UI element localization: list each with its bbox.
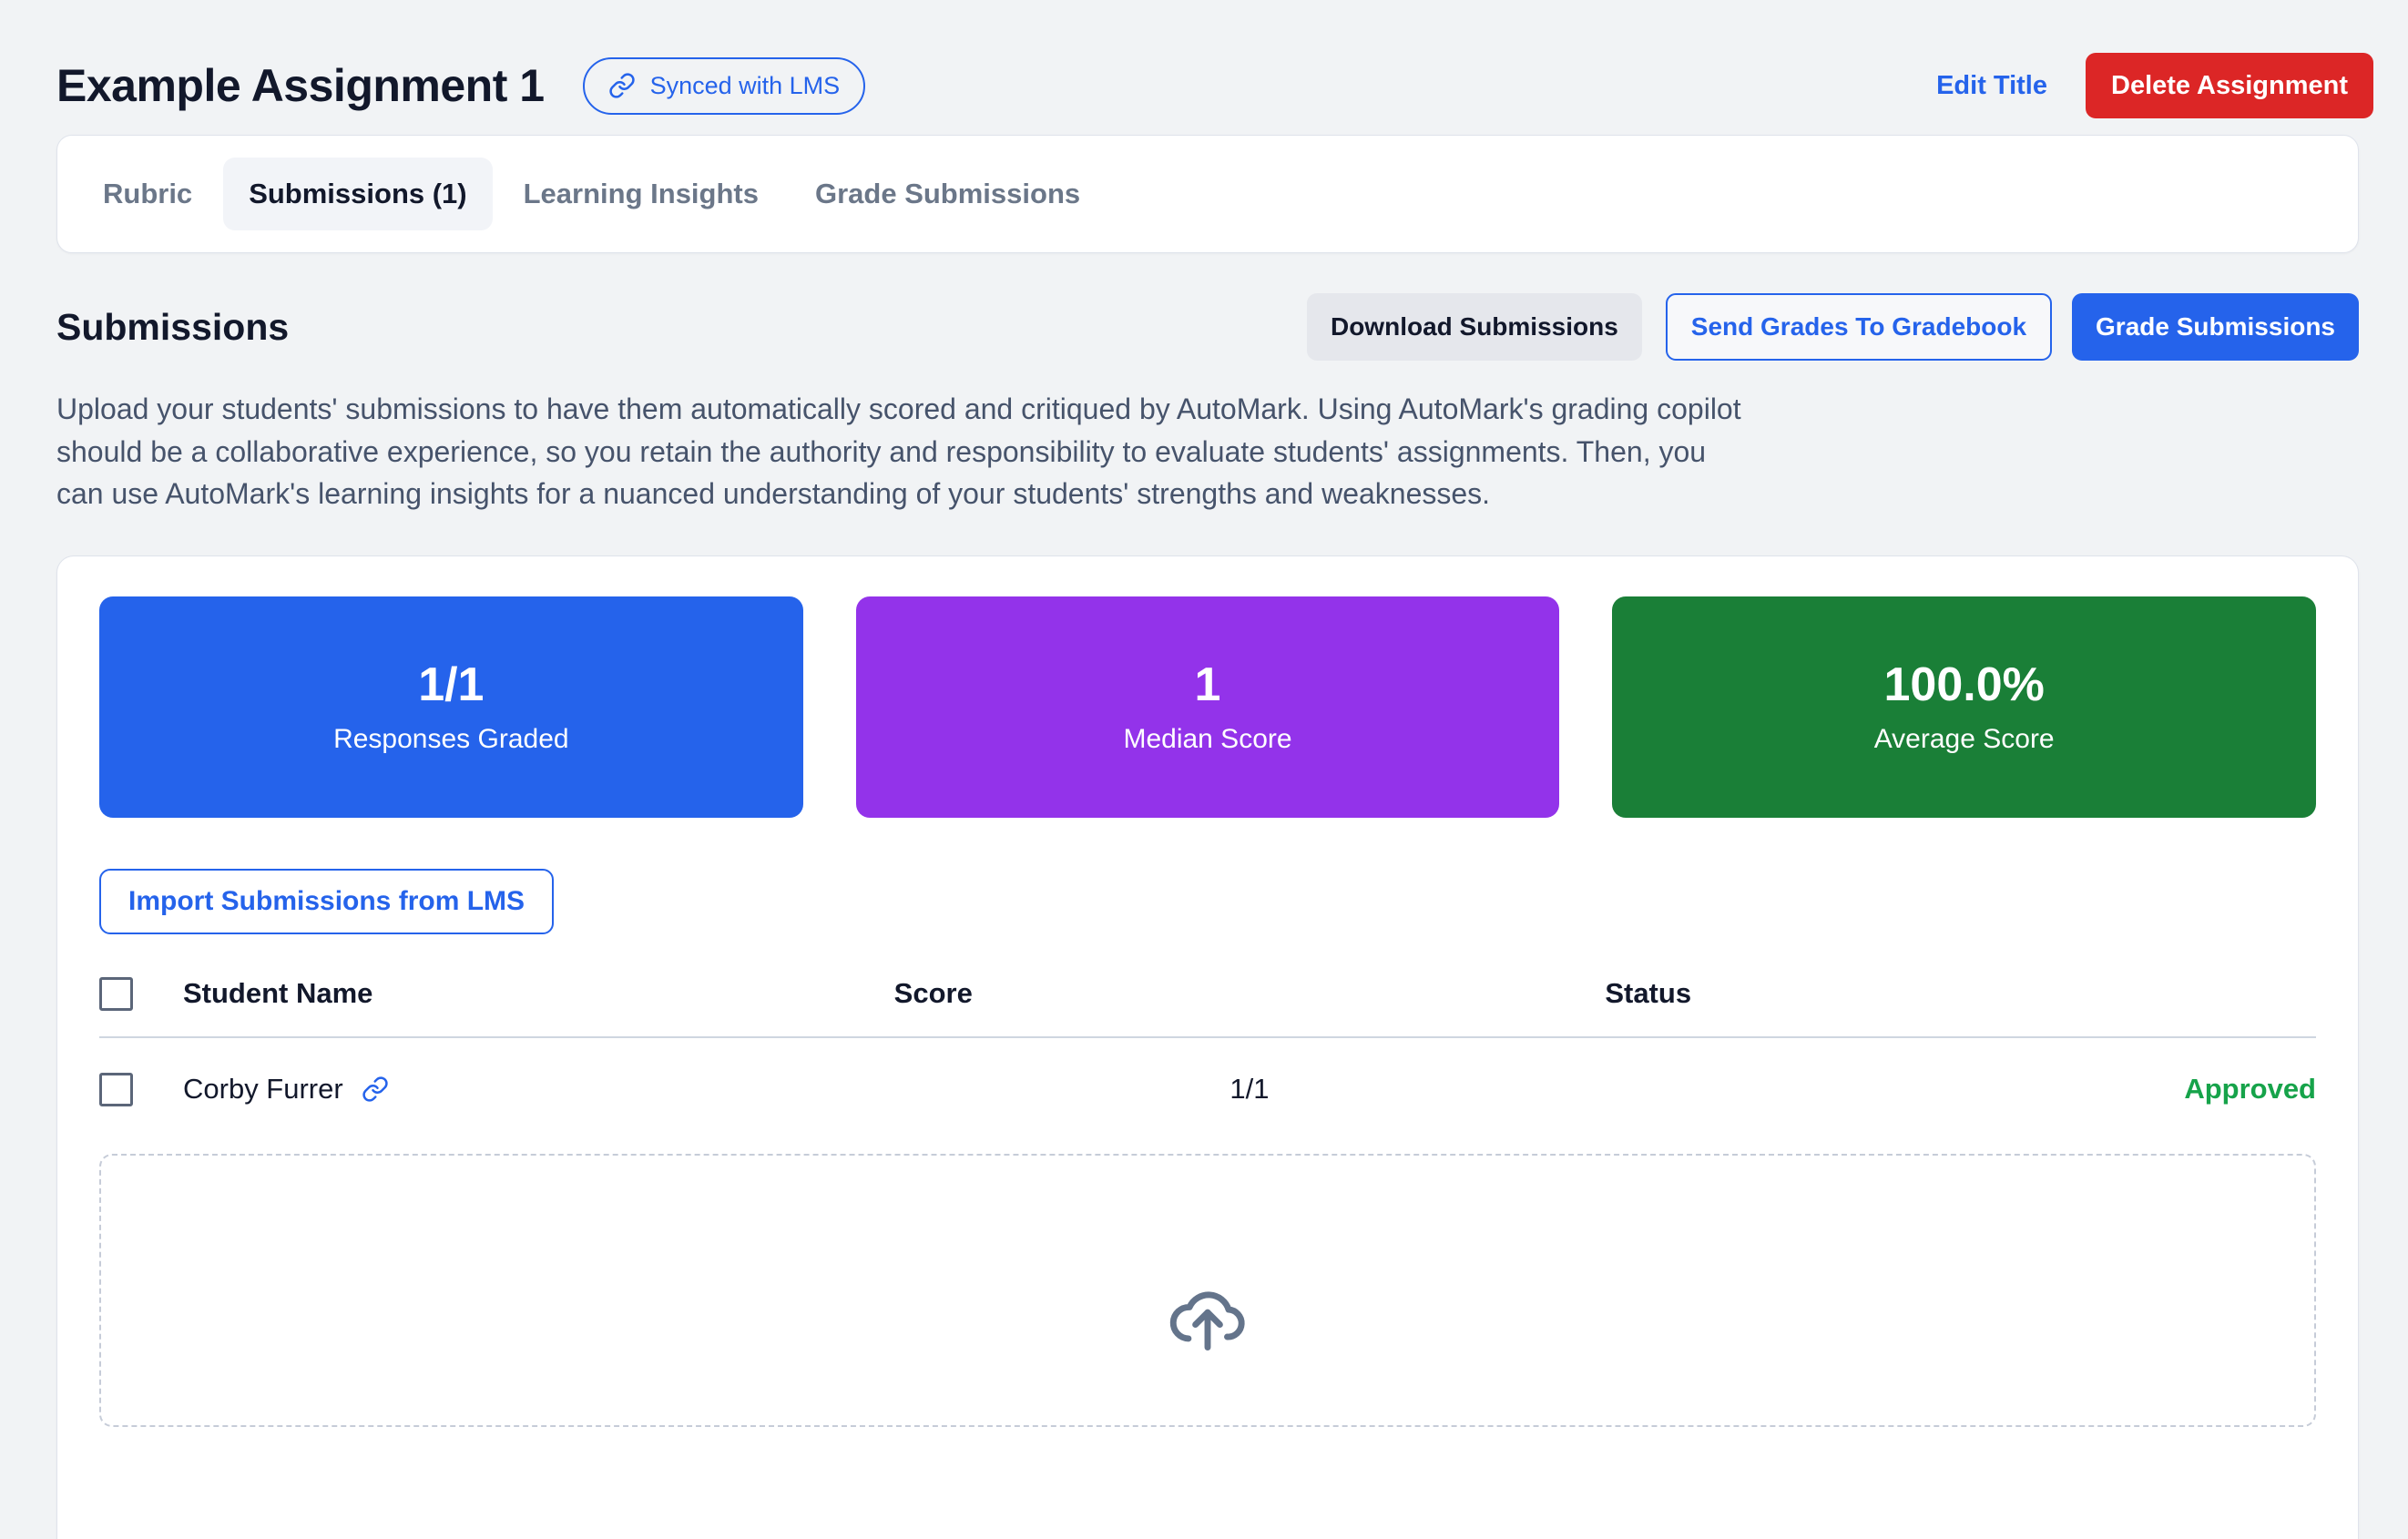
stat-card-average-score: 100.0% Average Score [1612,596,2316,818]
row-select-cell [99,1037,183,1106]
tabbar-wrapper: Rubric Submissions (1) Learning Insights… [0,135,2408,253]
stat-value: 1/1 [418,659,484,711]
stat-label: Median Score [1123,724,1291,755]
tab-learning-insights[interactable]: Learning Insights [498,158,784,230]
tab-submissions[interactable]: Submissions (1) [223,158,492,230]
select-all-header [99,976,183,1037]
row-checkbox[interactable] [99,1073,133,1106]
submissions-table: Student Name Score Status Corby Furrer [99,976,2316,1106]
submissions-description: Upload your students' submissions to hav… [0,361,1803,515]
stat-card-median-score: 1 Median Score [856,596,1560,818]
submissions-heading: Submissions [56,306,289,349]
synced-badge-label: Synced with LMS [650,72,841,100]
link-icon [608,72,636,99]
edit-title-link[interactable]: Edit Title [1936,71,2047,101]
stat-value: 1 [1195,659,1221,711]
tabbar: Rubric Submissions (1) Learning Insights… [56,135,2359,253]
status-label: Approved [2184,1073,2316,1105]
delete-assignment-button[interactable]: Delete Assignment [2086,53,2373,118]
student-name-cell: Corby Furrer [183,1037,894,1106]
submissions-card: 1/1 Responses Graded 1 Median Score 100.… [56,555,2359,1539]
column-header-student-name[interactable]: Student Name [183,976,894,1037]
page-header: Example Assignment 1 Synced with LMS Edi… [0,0,2408,135]
send-grades-to-gradebook-button[interactable]: Send Grades To Gradebook [1666,293,2052,361]
stat-label: Average Score [1874,724,2055,755]
student-name-label: Corby Furrer [183,1073,343,1106]
dropzone-inner [1166,1274,1250,1358]
file-dropzone[interactable] [99,1154,2316,1427]
column-header-status[interactable]: Status [1605,976,2316,1037]
student-link-icon[interactable] [362,1075,389,1103]
cloud-upload-icon [1166,1274,1250,1358]
tab-rubric[interactable]: Rubric [77,158,218,230]
table-body: Corby Furrer 1/1 Approved [99,1037,2316,1106]
stat-value: 100.0% [1883,659,2044,711]
submissions-header-row: Submissions Download Submissions Send Gr… [0,253,2408,361]
download-submissions-button[interactable]: Download Submissions [1307,293,1642,361]
stat-card-responses-graded: 1/1 Responses Graded [99,596,803,818]
score-cell: 1/1 [894,1037,1606,1106]
import-submissions-from-lms-button[interactable]: Import Submissions from LMS [99,869,554,934]
stat-label: Responses Graded [333,724,569,755]
stats-row: 1/1 Responses Graded 1 Median Score 100.… [99,596,2316,818]
synced-with-lms-badge[interactable]: Synced with LMS [583,57,866,115]
grade-submissions-button[interactable]: Grade Submissions [2072,293,2359,361]
column-header-score[interactable]: Score [894,976,1606,1037]
status-badge: Approved [1605,1037,2316,1106]
table-row[interactable]: Corby Furrer 1/1 Approved [99,1037,2316,1106]
import-row: Import Submissions from LMS [99,869,2316,934]
table-head: Student Name Score Status [99,976,2316,1037]
page-title: Example Assignment 1 [56,59,545,112]
select-all-checkbox[interactable] [99,977,133,1011]
table-header-row: Student Name Score Status [99,976,2316,1037]
tab-grade-submissions[interactable]: Grade Submissions [790,158,1106,230]
